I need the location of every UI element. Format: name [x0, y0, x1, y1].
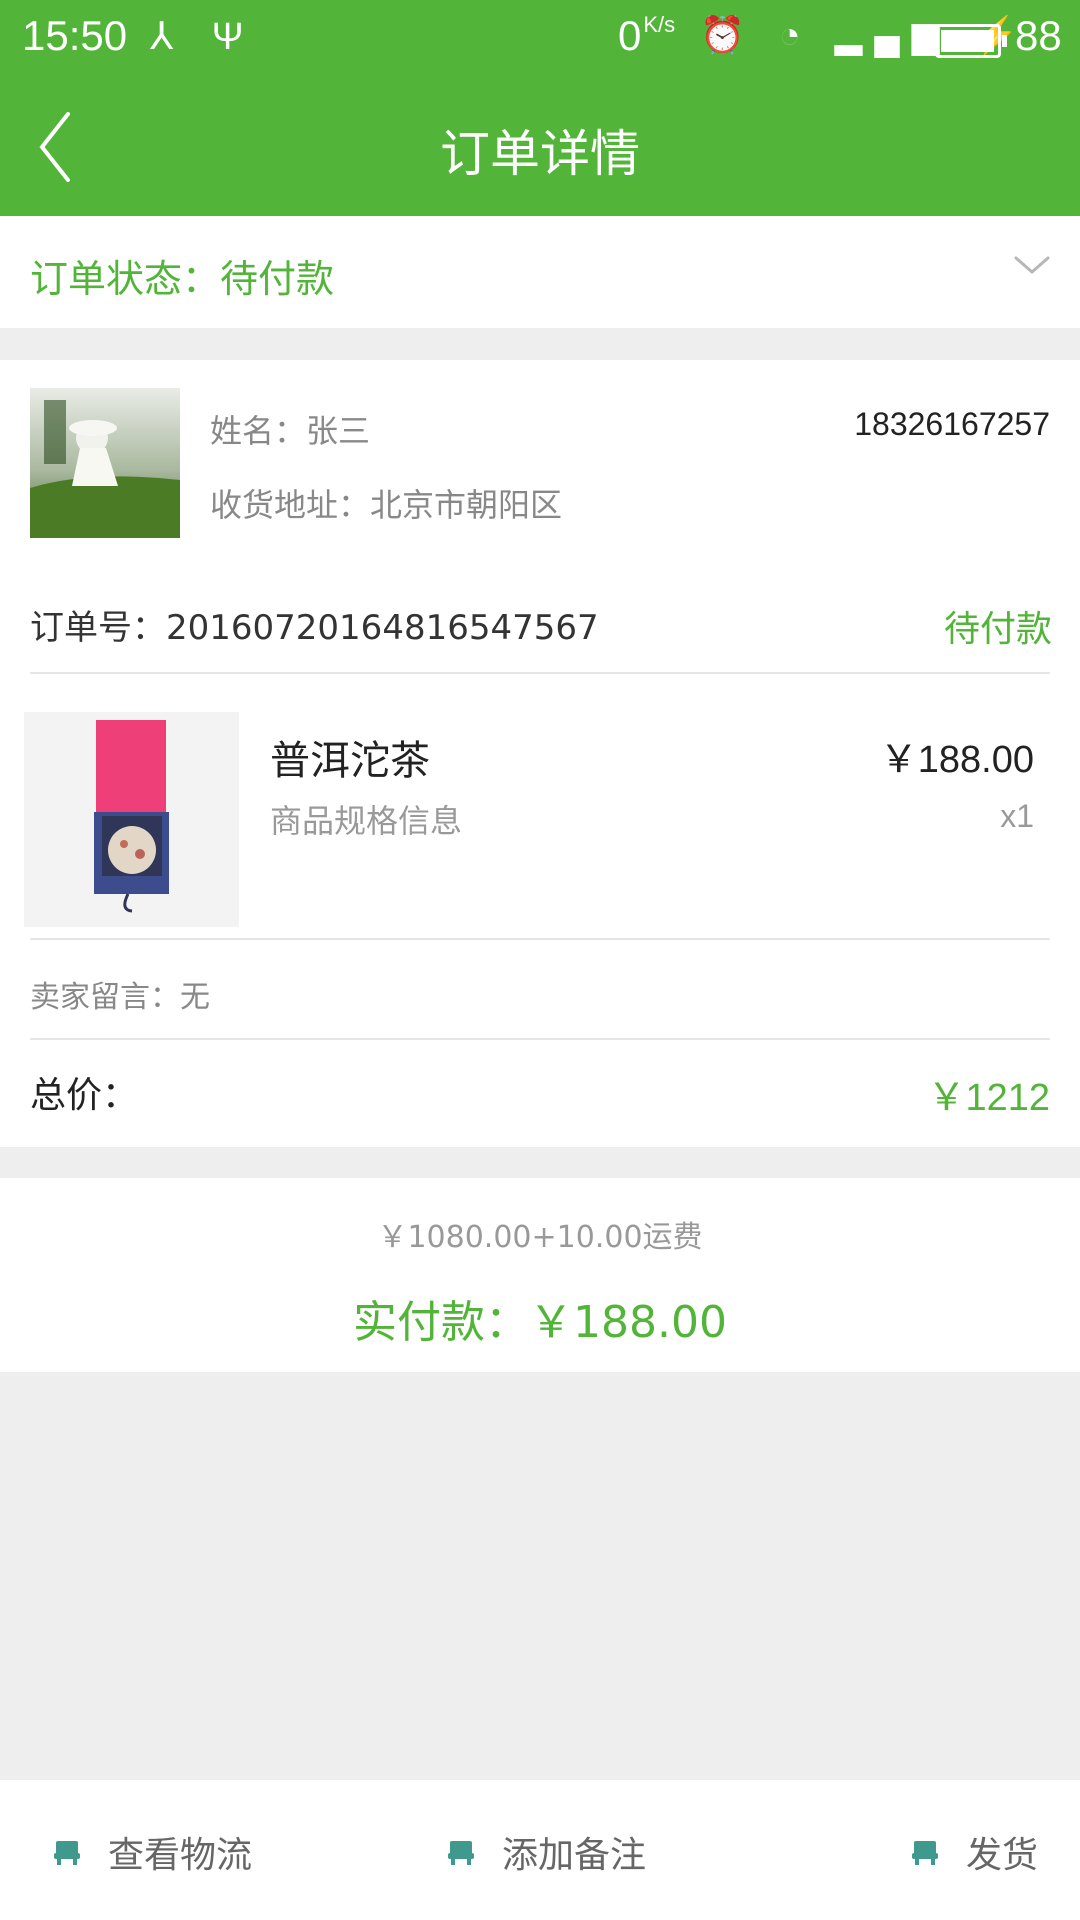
share-icon: ⅄ — [150, 16, 188, 58]
view-logistics-label: 查看物流 — [108, 1835, 253, 1876]
navigation-bar: 订单详情 — [0, 76, 1080, 216]
product-spec: 商品规格信息 — [270, 802, 463, 840]
product-quantity: x1 — [1000, 798, 1034, 834]
tea-box-image — [24, 712, 239, 927]
seller-note: 卖家留言：无 — [30, 980, 210, 1015]
status-time: 15:50 — [22, 12, 128, 59]
chevron-down-icon[interactable] — [1012, 254, 1052, 278]
product-price: ￥188.00 — [879, 739, 1034, 781]
product-image — [24, 712, 239, 927]
ship-button[interactable]: 发货 — [910, 1828, 1038, 1876]
avatar-image — [30, 388, 180, 538]
wifi-icon: ◔ — [778, 14, 813, 55]
seat-icon — [910, 1837, 940, 1867]
order-status-row[interactable]: 订单状态：待付款 — [0, 216, 1080, 328]
divider — [30, 938, 1050, 940]
divider — [30, 1038, 1050, 1040]
signal-icon: ▂▄▆ — [834, 14, 952, 55]
payment-summary: ￥1080.00+10.00运费 实付款：￥188.00 — [0, 1178, 1080, 1372]
price-breakdown: ￥1080.00+10.00运费 — [377, 1220, 703, 1255]
paid-amount: 实付款：￥188.00 — [353, 1297, 727, 1348]
divider — [30, 672, 1050, 674]
network-speed-unit: K/s — [643, 12, 676, 37]
seat-icon — [52, 1837, 82, 1867]
seat-icon — [446, 1837, 476, 1867]
add-note-button[interactable]: 添加备注 — [446, 1828, 646, 1876]
recipient-phone: 18326167257 — [854, 406, 1050, 442]
order-state-badge: 待付款 — [943, 609, 1052, 650]
product-name: 普洱沱茶 — [270, 738, 430, 784]
order-status-label: 订单状态：待付款 — [30, 257, 335, 301]
order-number: 订单号：20160720164816547567 — [30, 608, 599, 648]
usb-icon: Ψ — [211, 16, 258, 58]
view-logistics-button[interactable]: 查看物流 — [52, 1828, 252, 1876]
add-note-label: 添加备注 — [502, 1835, 647, 1876]
total-label: 总价： — [30, 1075, 139, 1116]
status-left-icons: ⅄ Ψ — [150, 14, 258, 59]
network-speed-value: 0 — [618, 12, 642, 59]
recipient-name: 姓名：张三 — [210, 412, 371, 450]
total-value: ￥1212 — [927, 1077, 1050, 1119]
status-bar: 15:50 ⅄ Ψ 0K/s ⏰ ◔ ▂▄▆ ⚡ 88 — [0, 0, 1080, 76]
battery-fill — [941, 30, 994, 52]
battery-icon — [935, 24, 1007, 58]
battery-percentage: 88 — [1015, 12, 1062, 59]
avatar — [30, 388, 180, 538]
recipient-address: 收货地址：北京市朝阳区 — [210, 486, 563, 524]
bottom-action-bar: 查看物流 添加备注 发货 — [0, 1780, 1080, 1920]
page-title: 订单详情 — [440, 125, 640, 183]
network-speed: 0K/s — [618, 12, 675, 60]
order-card: 姓名：张三 18326167257 收货地址：北京市朝阳区 订单号：201607… — [0, 360, 1080, 1147]
alarm-icon: ⏰ — [700, 14, 757, 55]
ship-label: 发货 — [966, 1835, 1039, 1876]
